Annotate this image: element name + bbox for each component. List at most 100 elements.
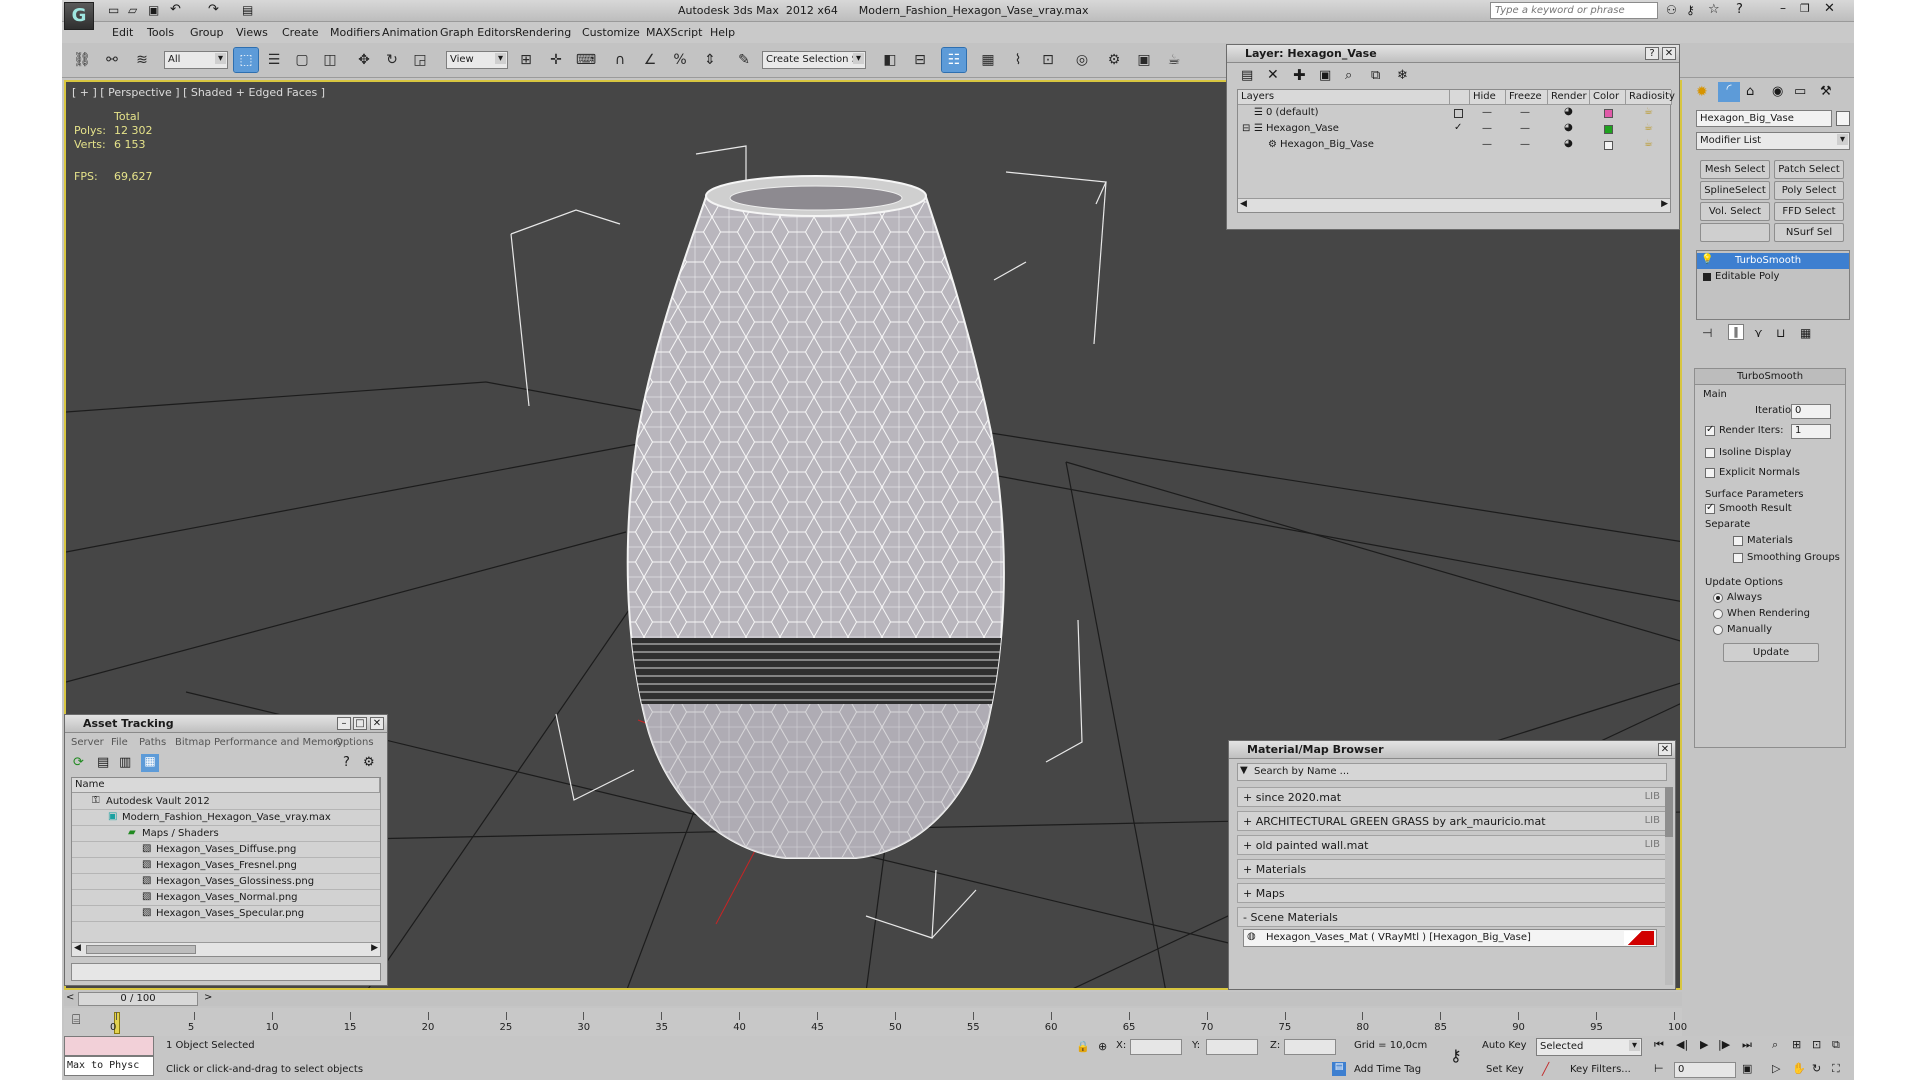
maxscript-listener[interactable]: Max to Physc [64,1056,154,1076]
select-link-icon[interactable]: ⛓ [70,48,94,72]
category-since-2020[interactable]: + since 2020.mat LIB [1237,787,1667,807]
layer-row-hexagon-vase[interactable]: ⊟ ☰ Hexagon_Vase ✓ — — ◕ ☕ [1238,122,1670,138]
refresh-icon[interactable]: ⟳ [73,755,84,770]
time-next-icon[interactable]: > [204,992,212,1003]
stack-item-turbosmooth[interactable]: 💡 TurboSmooth [1697,253,1849,269]
move-icon[interactable]: ✥ [352,48,376,72]
project-folder-icon[interactable]: ▤ [242,3,253,17]
menu-create[interactable]: Create [282,26,319,39]
make-unique-icon[interactable]: ⋎ [1754,326,1763,340]
pivot-center-icon[interactable]: ⊞ [514,48,538,72]
add-time-tag-label[interactable]: Add Time Tag [1354,1064,1421,1075]
keyboard-shortcut-icon[interactable]: ⌨ [574,48,598,72]
layer-color-swatch[interactable] [1604,109,1613,118]
asset-row[interactable]: ▰ Maps / Shaders [72,826,380,842]
new-file-icon[interactable]: ▭ [108,3,119,17]
asset-tree[interactable]: Name ⚿ Autodesk Vault 2012 ▣ Modern_Fashio… [71,777,381,957]
spinner-snap-icon[interactable]: ⇕ [698,48,722,72]
hide-toggle[interactable]: — [1482,107,1492,118]
asset-maximize-button[interactable]: □ [353,717,367,730]
nsurf-sel-button[interactable]: NSurf Sel [1774,223,1844,242]
modify-tab-icon[interactable]: ◜ [1718,82,1740,102]
key-filters-button[interactable]: Key Filters... [1570,1064,1631,1075]
curve-editor-icon[interactable]: ⌇ [1006,48,1030,72]
go-to-start-icon[interactable]: ⏮ [1654,1038,1664,1052]
rendered-frame-icon[interactable]: ▣ [1132,48,1156,72]
freeze-toggle[interactable]: — [1520,123,1530,134]
asset-row[interactable]: ▧ Hexagon_Vases_Diffuse.png [72,842,380,858]
rotate-icon[interactable]: ↻ [380,48,404,72]
undo-icon[interactable]: ↶ [170,2,181,17]
spline-select-button[interactable]: SplineSelect [1700,181,1770,200]
scroll-thumb[interactable] [1665,787,1673,837]
time-tag-icon[interactable]: ▤ [1332,1062,1346,1076]
redo-icon[interactable]: ↷ [208,2,219,17]
col-render[interactable]: Render [1548,90,1590,105]
maximize-icon[interactable]: ❐ [1800,2,1810,15]
configure-sets-icon[interactable]: ▦ [1800,326,1811,340]
col-radiosity[interactable]: Radiosity [1626,90,1675,105]
layer-horizontal-scrollbar[interactable]: ◀ ▶ [1238,198,1670,212]
selection-filter-dropdown[interactable]: All [164,51,228,69]
schematic-view-icon[interactable]: ⊡ [1036,48,1060,72]
hierarchy-tab-icon[interactable]: ⌂ [1746,84,1754,99]
menu-graph-editors[interactable]: Graph Editors [440,26,516,39]
rollout-title-bar[interactable]: TurboSmooth [1695,369,1845,385]
asset-minimize-button[interactable]: – [337,717,351,730]
create-layer-icon[interactable]: ▤ [1241,68,1253,83]
asset-horizontal-scrollbar[interactable]: ◀ ▶ [72,942,380,956]
z-coordinate-field[interactable] [1284,1039,1336,1055]
object-name-field[interactable]: Hexagon_Big_Vase [1696,110,1832,127]
freeze-all-icon[interactable]: ❄ [1397,68,1408,83]
key-mode-dropdown[interactable]: Selected [1536,1038,1642,1056]
hide-all-icon[interactable]: ⧉ [1371,68,1380,83]
patch-select-button[interactable]: Patch Select [1774,160,1844,179]
search-input[interactable]: Type a keyword or phrase [1490,2,1658,19]
current-layer-box[interactable] [1454,109,1463,118]
select-object-icon[interactable]: ⬚ [233,47,259,73]
asset-menu-server[interactable]: Server [71,737,104,748]
zoom-icon[interactable]: ⌕ [1772,1038,1778,1052]
render-toggle-icon[interactable]: ◕ [1564,106,1573,117]
asset-menu-file[interactable]: File [111,737,128,748]
category-old-painted-wall[interactable]: + old painted wall.mat LIB [1237,835,1667,855]
asset-menu-options[interactable]: Options [335,737,374,748]
menu-tools[interactable]: Tools [147,26,174,39]
align-icon[interactable]: ⊟ [908,48,932,72]
maximize-viewport-icon[interactable]: ⛶ [1832,1062,1840,1076]
select-by-name-icon[interactable]: ☰ [262,48,286,72]
menu-animation[interactable]: Animation [382,26,438,39]
menu-customize[interactable]: Customize [582,26,640,39]
freeze-toggle[interactable]: — [1520,139,1530,150]
remove-modifier-icon[interactable]: ⊔ [1776,326,1785,340]
asset-row[interactable]: ▧ Hexagon_Vases_Fresnel.png [72,858,380,874]
app-logo-icon[interactable]: G [64,2,94,30]
render-iters-spinner[interactable]: 1 [1791,424,1831,439]
snaps-toggle-icon[interactable]: ∩ [608,48,632,72]
current-frame-field[interactable]: 0 [1674,1062,1736,1078]
reference-coordinate-dropdown[interactable]: View [446,51,508,69]
delete-layer-icon[interactable]: ✕ [1267,67,1279,83]
scroll-left-icon[interactable]: ◀ [1240,199,1247,209]
save-file-icon[interactable]: ▣ [148,3,159,17]
ffd-select-button[interactable]: FFD Select [1774,202,1844,221]
material-editor-icon[interactable]: ◎ [1070,48,1094,72]
radiosity-teapot-icon[interactable]: ☕ [1644,122,1653,133]
expand-icon[interactable]: ⊟ [1242,123,1250,134]
layer-row-default[interactable]: ☰ 0 (default) — — ◕ ☕ [1238,106,1670,122]
asset-close-button[interactable]: ✕ [370,717,384,730]
update-button[interactable]: Update [1723,643,1819,662]
time-slider-thumb[interactable]: 0 / 100 [78,992,198,1006]
menu-help[interactable]: Help [710,26,735,39]
scale-icon[interactable]: ◲ [408,48,432,72]
menu-maxscript[interactable]: MAXScript [646,26,702,39]
minimize-icon[interactable]: – [1780,1,1786,15]
object-color-swatch[interactable] [1836,111,1850,126]
time-config-icon[interactable]: ▣ [1742,1062,1752,1075]
asset-row[interactable]: ▣ Modern_Fashion_Hexagon_Vase_vray.max [72,810,380,826]
iterations-spinner[interactable]: 0 [1791,404,1831,419]
render-setup-icon[interactable]: ⚙ [1102,48,1126,72]
bind-space-warp-icon[interactable]: ≋ [130,48,154,72]
separate-materials-checkbox[interactable] [1733,536,1743,546]
bulb-icon[interactable]: 💡 [1701,254,1713,265]
